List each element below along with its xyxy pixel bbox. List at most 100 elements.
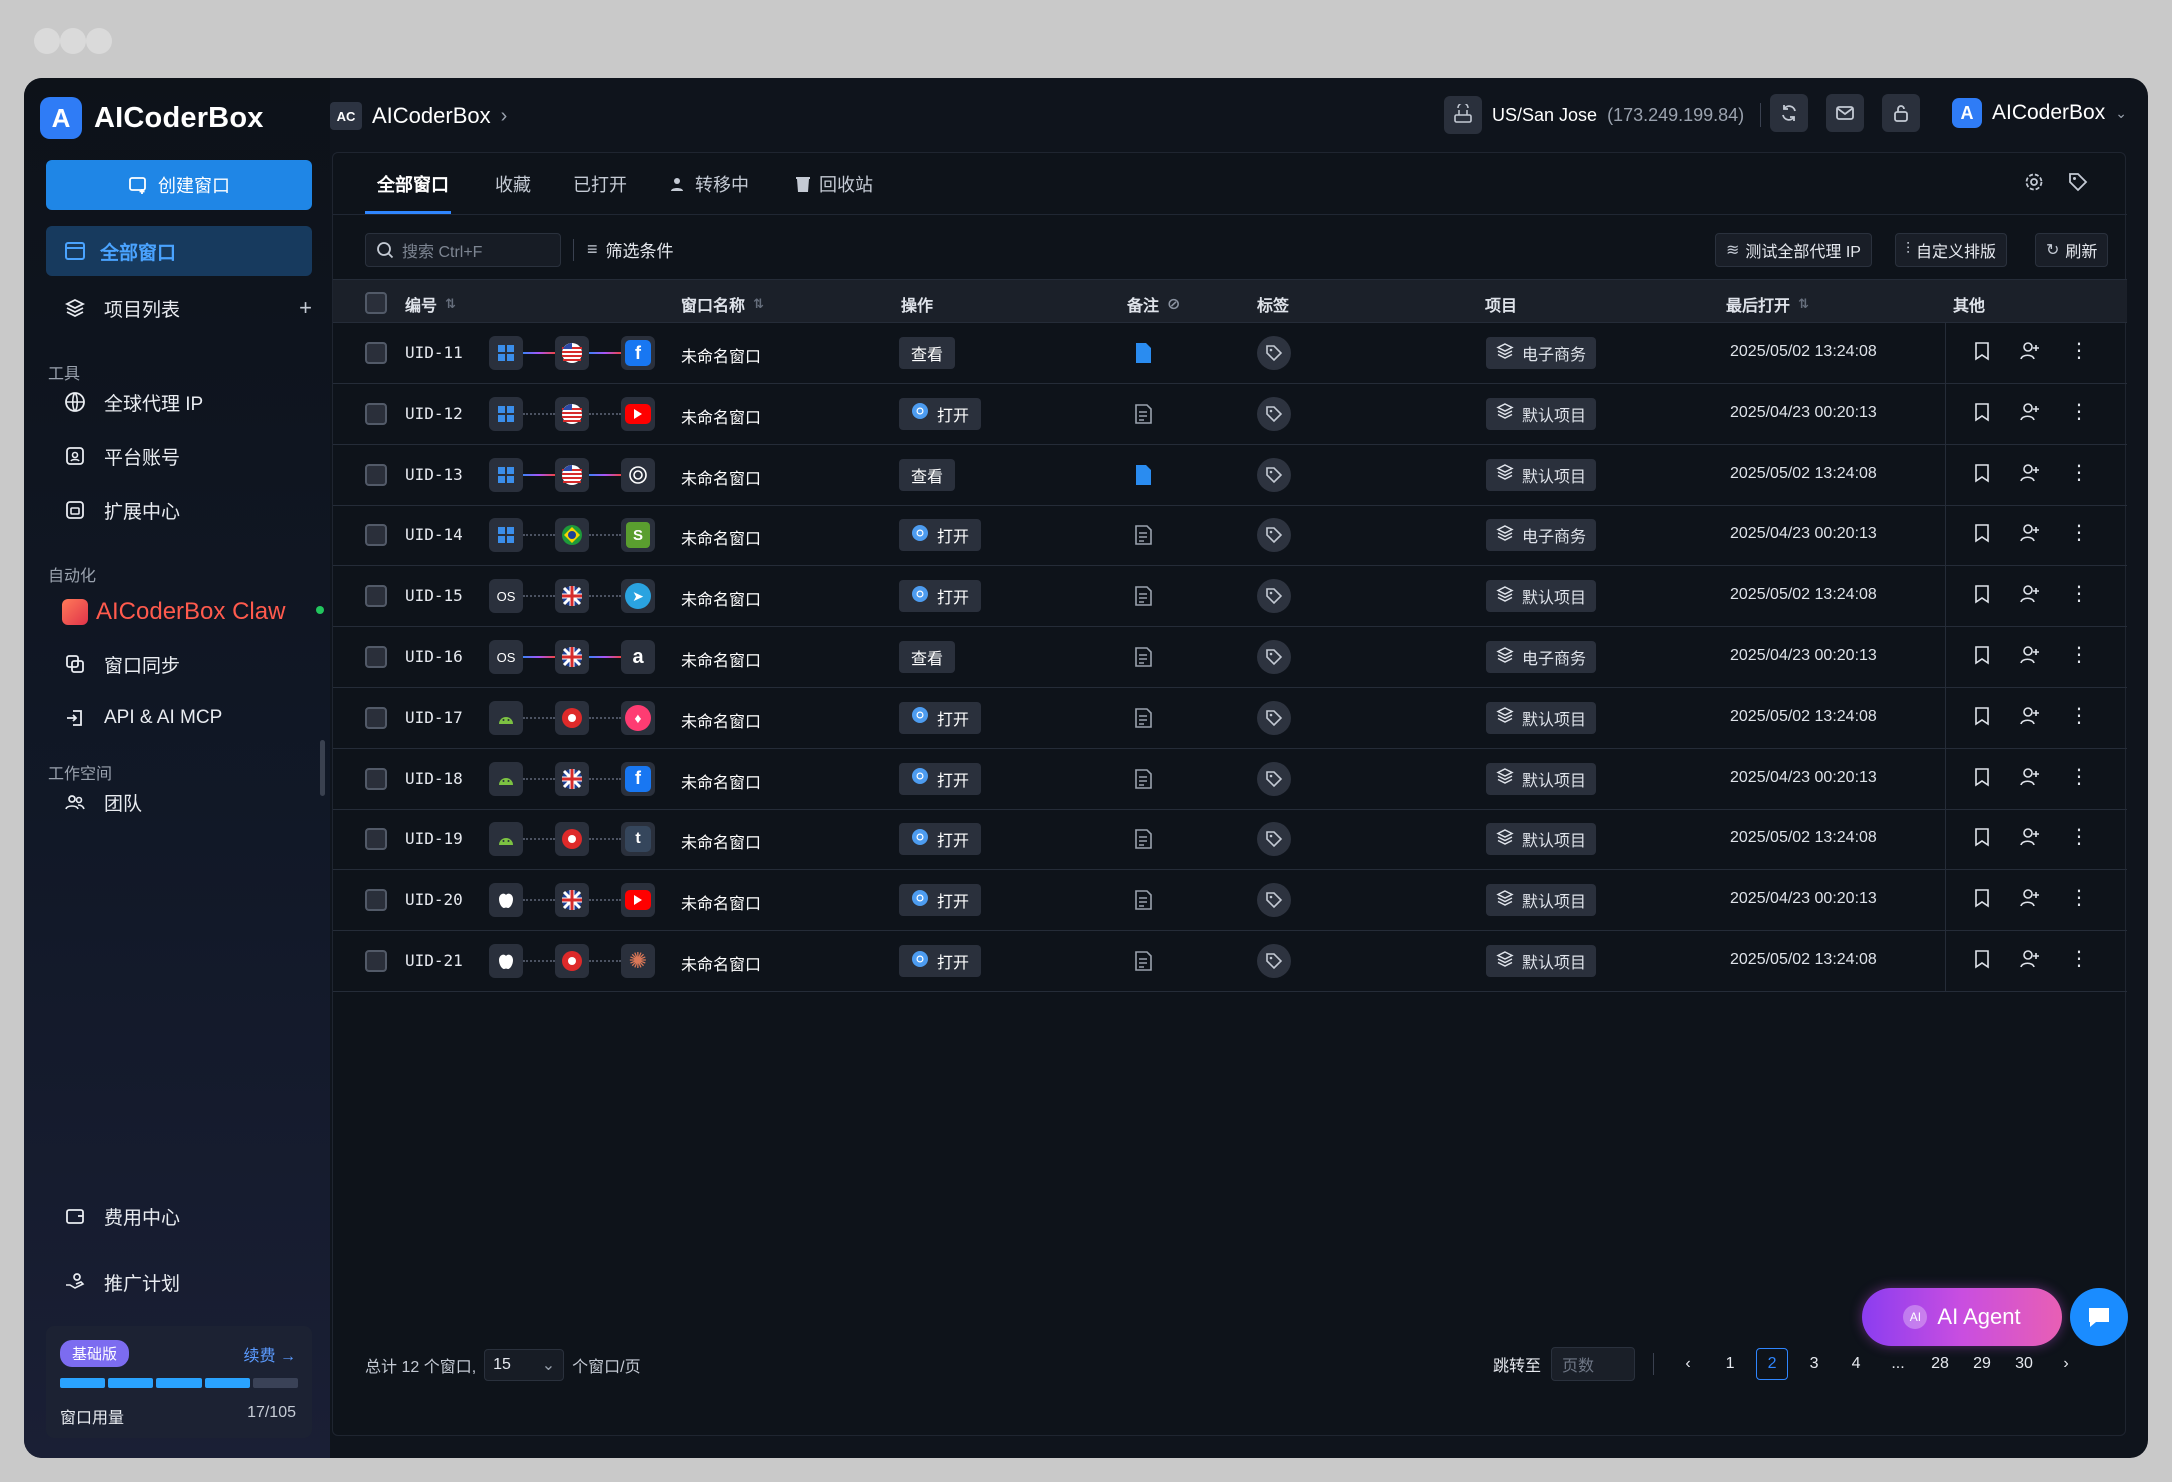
project-badge[interactable]: 默认项目	[1486, 458, 1597, 491]
ai-agent-button[interactable]: AI AI Agent	[1862, 1288, 2062, 1346]
project-badge[interactable]: 默认项目	[1486, 945, 1597, 977]
user-add-icon[interactable]	[2019, 463, 2041, 483]
bookmark-icon[interactable]	[1973, 949, 1991, 969]
more-icon[interactable]: ⋮	[2069, 949, 2089, 969]
table-row[interactable]: UID-14 S 未命名窗口 打开 电子商务 2025/04/23 00:20:…	[333, 505, 2127, 567]
filter-button[interactable]: ≡ 筛选条件	[587, 237, 674, 262]
sidebar-item-team[interactable]: 团队	[62, 784, 312, 820]
tab-all-windows[interactable]: 全部窗口	[377, 171, 449, 197]
table-row[interactable]: UID-20 未命名窗口 打开 默认项目 2025/04/23 00:20:13…	[333, 870, 2127, 932]
bookmark-icon[interactable]	[1973, 341, 1991, 361]
window-name[interactable]: 未命名窗口	[681, 343, 761, 367]
bookmark-icon[interactable]	[1973, 767, 1991, 787]
project-badge[interactable]: 默认项目	[1486, 397, 1597, 430]
project-badge[interactable]: 默认项目	[1486, 823, 1597, 856]
note-icon[interactable]	[1133, 707, 1153, 734]
user-add-icon[interactable]	[2019, 584, 2041, 604]
bookmark-icon[interactable]	[1973, 523, 1991, 543]
more-icon[interactable]: ⋮	[2069, 645, 2089, 665]
open-button[interactable]: 打开	[899, 701, 982, 734]
renew-link[interactable]: 续费 →	[244, 1342, 296, 1366]
note-icon[interactable]	[1133, 889, 1153, 916]
project-badge[interactable]: 默认项目	[1486, 580, 1597, 613]
row-checkbox[interactable]	[365, 889, 387, 912]
window-name[interactable]: 未命名窗口	[681, 708, 761, 732]
tab-transferring[interactable]: 转移中	[669, 171, 749, 197]
window-name[interactable]: 未命名窗口	[681, 647, 761, 671]
more-icon[interactable]: ⋮	[2069, 706, 2089, 726]
user-add-icon[interactable]	[2019, 949, 2041, 969]
tag-icon[interactable]	[1257, 457, 1291, 492]
note-icon[interactable]	[1133, 768, 1153, 795]
view-button[interactable]: 查看	[899, 337, 956, 369]
eye-off-icon[interactable]: ⊘	[1167, 294, 1180, 314]
window-name[interactable]: 未命名窗口	[681, 890, 761, 914]
more-icon[interactable]: ⋮	[2069, 341, 2089, 361]
sidebar-item-proxy[interactable]: 全球代理 IP	[62, 384, 312, 420]
sidebar-item-billing[interactable]: 费用中心	[62, 1198, 312, 1234]
sidebar-item-claw[interactable]: AICoderBox Claw	[62, 598, 285, 626]
breadcrumb[interactable]: AC AICoderBox ›	[330, 96, 507, 136]
tag-icon[interactable]	[2067, 171, 2089, 193]
bookmark-icon[interactable]	[1973, 645, 1991, 665]
user-add-icon[interactable]	[2019, 767, 2041, 787]
select-all-checkbox[interactable]	[365, 292, 387, 314]
table-row[interactable]: UID-21 ✺ 未命名窗口 打开 默认项目 2025/05/02 13:24:…	[333, 931, 2127, 992]
more-icon[interactable]: ⋮	[2069, 827, 2089, 847]
project-badge[interactable]: 默认项目	[1486, 701, 1597, 734]
chat-button[interactable]	[2070, 1288, 2128, 1346]
tag-icon[interactable]	[1257, 883, 1291, 918]
tag-icon[interactable]	[1257, 761, 1291, 796]
window-name[interactable]: 未命名窗口	[681, 829, 761, 853]
mail-icon[interactable]	[1826, 94, 1864, 132]
user-add-icon[interactable]	[2019, 888, 2041, 908]
page-button[interactable]: 29	[1966, 1348, 1998, 1380]
user-add-icon[interactable]	[2019, 645, 2041, 665]
table-row[interactable]: UID-13 未命名窗口 查看 默认项目 2025/05/02 13:24:08…	[333, 444, 2127, 506]
row-checkbox[interactable]	[365, 767, 387, 790]
more-icon[interactable]: ⋮	[2069, 402, 2089, 422]
sidebar-scrollbar[interactable]	[320, 740, 325, 796]
user-add-icon[interactable]	[2019, 402, 2041, 422]
row-checkbox[interactable]	[365, 402, 387, 425]
bookmark-icon[interactable]	[1973, 827, 1991, 847]
search-input[interactable]: 搜索 Ctrl+F	[365, 233, 561, 267]
more-icon[interactable]: ⋮	[2069, 523, 2089, 543]
page-button[interactable]: 1	[1714, 1348, 1746, 1380]
traffic-light-minimize[interactable]	[60, 28, 86, 54]
tag-icon[interactable]	[1257, 640, 1291, 674]
col-last-open[interactable]: 最后打开 ⇅	[1726, 292, 1809, 316]
window-name[interactable]: 未命名窗口	[681, 525, 761, 549]
user-add-icon[interactable]	[2019, 706, 2041, 726]
more-icon[interactable]: ⋮	[2069, 463, 2089, 483]
proxy-status[interactable]: US/San Jose (173.249.199.84)	[1444, 94, 1762, 136]
row-checkbox[interactable]	[365, 706, 387, 729]
note-filled-icon[interactable]	[1133, 464, 1153, 491]
sidebar-item-api[interactable]: API & AI MCP	[62, 700, 312, 736]
prev-page-icon[interactable]: ‹	[1672, 1348, 1704, 1380]
note-icon[interactable]	[1133, 403, 1153, 430]
row-checkbox[interactable]	[365, 646, 387, 668]
note-icon[interactable]	[1133, 646, 1153, 673]
table-row[interactable]: UID-12 未命名窗口 打开 默认项目 2025/04/23 00:20:13…	[333, 383, 2127, 445]
table-row[interactable]: UID-17 ♦ 未命名窗口 打开 默认项目 2025/05/02 13:24:…	[333, 687, 2127, 749]
page-button[interactable]: 4	[1840, 1348, 1872, 1380]
traffic-light-close[interactable]	[34, 28, 60, 54]
next-page-icon[interactable]: ›	[2050, 1348, 2082, 1380]
note-icon[interactable]	[1133, 585, 1153, 612]
sidebar-item-promotion[interactable]: 推广计划	[62, 1264, 312, 1300]
goto-page-input[interactable]: 页数	[1551, 1347, 1636, 1381]
row-checkbox[interactable]	[365, 828, 387, 851]
project-badge[interactable]: 电子商务	[1486, 641, 1597, 673]
note-icon[interactable]	[1133, 950, 1153, 977]
tab-favorites[interactable]: 收藏	[495, 171, 531, 197]
page-button[interactable]: 3	[1798, 1348, 1830, 1380]
sidebar-item-all-windows[interactable]: 全部窗口	[46, 226, 312, 276]
open-button[interactable]: 打开	[899, 884, 982, 917]
window-name[interactable]: 未命名窗口	[681, 951, 761, 975]
open-button[interactable]: 打开	[899, 397, 982, 430]
sidebar-item-sync[interactable]: 窗口同步	[62, 646, 312, 682]
bookmark-icon[interactable]	[1973, 584, 1991, 604]
bookmark-icon[interactable]	[1973, 463, 1991, 483]
tab-trash[interactable]: 回收站	[795, 171, 873, 197]
